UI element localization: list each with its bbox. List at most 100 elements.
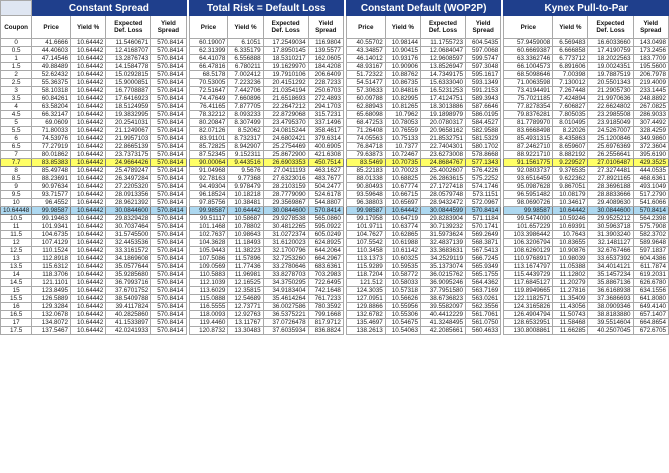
cell-tr-price: 99.51117 [188,214,229,223]
cell-kp-expected-def-loss: 30.0844600 [587,206,634,215]
cell-cd-expected-def-loss: 23.6273008 [419,150,467,159]
cell-kp-expected-def-loss: 25.1200846 [587,134,634,143]
cell-kp-yield: 11.27816 [552,286,589,295]
cell-kp-price: 63.3362746 [503,54,554,63]
cell-cs-expected-def-loss: 39.4117824 [105,302,152,311]
cell-tr-yield-spread: 836.8824 [307,326,344,335]
yield-header: Yield % [227,15,264,39]
cell-cs-yield-spread: 570.8414 [150,294,187,303]
cell-kp-yield-spread: 570.8414 [632,206,669,215]
coupon-cell: 10 [0,198,33,207]
cell-cs-expected-def-loss: 14.1584778 [105,62,152,71]
cell-cd-yield: 10.84816 [384,86,421,95]
pricing-table: Constant Spread Total Risk = Default Los… [0,0,669,335]
cell-kp-price: 83.6668498 [503,126,554,135]
cell-kp-yield-spread: 541.6066 [632,198,669,207]
cell-tr-expected-def-loss: 34.9183404 [262,286,309,295]
cell-tr-price: 90.00064 [188,158,229,167]
coupon-cell: 12 [0,238,33,247]
cell-kp-price: 106.3206794 [503,238,554,247]
cell-kp-yield-spread: 468.6361 [632,174,669,183]
cell-kp-yield: 8.882192 [552,150,589,159]
yield-spread-header: Yield Spread [465,15,502,39]
table-row: 1 47.14546 10.64442 13.2876743 570.8414 64.41… [0,54,669,63]
cell-cd-price: 118.7204 [345,270,386,279]
cell-cd-yield: 10.57318 [384,286,421,295]
cell-tr-yield: 10.78802 [227,222,264,231]
cell-tr-yield-spread: 272.4893 [307,94,344,103]
cell-cs-yield-spread: 570.8414 [150,46,187,55]
cell-kp-yield-spread: 372.3604 [632,142,669,151]
cell-kp-yield-spread: 143.0498 [632,38,669,47]
cell-kp-price: 73.4194491 [503,86,554,95]
cell-tr-price: 60.19007 [188,38,229,47]
cell-cd-price: 83.5469 [345,158,386,167]
cell-cd-price: 113.1373 [345,254,386,263]
cell-cs-yield: 10.64442 [69,150,107,159]
cell-cd-price: 74.05563 [345,134,386,143]
table-row: 14.5 121.1101 10.64442 36.7993716 570.8414 11… [0,278,669,287]
cell-cd-yield-spread: 568.3871 [465,238,502,247]
cell-cd-yield-spread: 561.0750 [465,318,502,327]
cell-tr-yield-spread: 761.7233 [307,294,344,303]
cell-kp-price: 71.0063598 [503,78,554,87]
cell-kp-price: 110.9768917 [503,254,554,263]
cell-kp-expected-def-loss: 29.9525212 [587,214,634,223]
cell-cd-yield: 10.59535 [384,262,421,271]
cell-tr-price: 109.0569 [188,262,229,271]
cell-tr-expected-def-loss: 29.9278538 [262,214,309,223]
table-row: 13 112.8918 10.64442 34.1869608 570.8414 107.… [0,254,669,263]
cell-kp-price: 113.1674797 [503,262,554,271]
cell-cd-yield-spread: 571.1184 [465,214,502,223]
coupon-cell: 5.5 [0,126,33,135]
cell-kp-expected-def-loss: 26.2556641 [587,150,634,159]
cell-tr-yield: 6.780211 [227,62,264,71]
cell-kp-expected-def-loss: 27.8921165 [587,174,634,183]
cell-cd-yield: 10.54063 [384,326,421,335]
cell-cd-yield: 10.64719 [384,214,421,223]
cell-tr-price: 116.5555 [188,302,229,311]
corner-cell [0,0,33,16]
cell-kp-yield-spread: 444.0535 [632,166,669,175]
cell-tr-expected-def-loss: 17.2549034 [262,38,309,47]
cell-kp-price: 99.5474090 [503,214,554,223]
cell-kp-yield-spread: 395.6190 [632,150,669,159]
cell-cs-yield: 10.64442 [69,262,107,271]
cell-kp-price: 115.4439729 [503,270,554,279]
cell-cd-expected-def-loss: 33.3683631 [419,246,467,255]
cell-kp-expected-def-loss: 19.7887519 [587,70,634,79]
cell-tr-yield-spread: 570.8414 [307,206,344,215]
cell-kp-yield-spread: 641.8080 [632,294,669,303]
cell-tr-yield: 8.093233 [227,110,264,119]
table-row: 16 129.3284 10.64442 39.4117824 570.8414 116.… [0,302,669,311]
cell-cs-price: 112.8918 [31,254,71,263]
spreadsheet: Constant Spread Total Risk = Default Los… [0,0,669,473]
cell-kp-yield: 10.64442 [552,206,589,215]
cell-cd-yield: 10.70023 [384,166,421,175]
coupon-cell: 0 [0,38,33,47]
table-row: 5.5 71.80033 10.64442 21.1249067 570.8414 82.… [0,126,669,135]
cell-tr-yield-spread: 421.6308 [307,150,344,159]
cell-cs-yield: 10.64442 [69,38,107,47]
cell-tr-price: 83.91101 [188,134,229,143]
cell-cs-price: 85.49748 [31,166,71,175]
cell-tr-yield: 6.1051 [227,38,264,47]
cell-tr-expected-def-loss: 36.0027586 [262,302,309,311]
cell-kp-yield: 11.58468 [552,318,589,327]
cell-cs-yield: 10.64442 [69,142,107,151]
cell-cs-yield: 10.64442 [69,110,107,119]
cell-tr-yield: 11.38223 [227,246,264,255]
cell-cd-yield-spread: 566.7245 [465,254,502,263]
yield-spread-header: Yield Spread [150,15,187,39]
cell-cs-yield: 10.64442 [69,182,107,191]
cell-cs-yield-spread: 570.8414 [150,270,187,279]
cell-cd-yield-spread: 597.3048 [465,62,502,71]
cell-kp-expected-def-loss: 29.4089630 [587,198,634,207]
cell-cs-yield-spread: 570.8414 [150,150,187,159]
cell-cs-expected-def-loss: 12.4168707 [105,46,152,55]
cell-kp-yield-spread: 328.4259 [632,126,669,135]
cell-cd-expected-def-loss: 11.1755723 [419,38,467,47]
cell-tr-price: 87.52345 [188,150,229,159]
coupon-cell: 2.5 [0,78,33,87]
cell-cd-price: 54.51477 [345,78,386,87]
